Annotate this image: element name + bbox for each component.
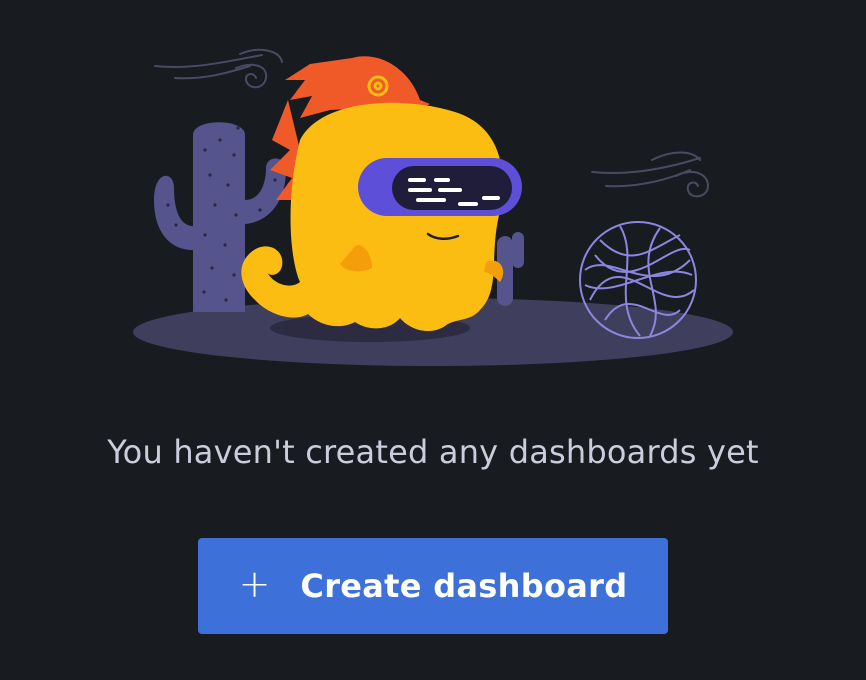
create-dashboard-button[interactable]: + Create dashboard — [198, 538, 668, 634]
empty-dashboards-page: You haven't created any dashboards yet +… — [0, 0, 866, 680]
wind-swirl-left-icon — [154, 48, 283, 89]
empty-state-message: You haven't created any dashboards yet — [107, 433, 759, 471]
plus-icon: + — [238, 562, 271, 606]
grafana-mascot-illustration — [133, 48, 733, 366]
create-dashboard-label: Create dashboard — [300, 567, 628, 605]
grafana-mascot-icon — [241, 56, 522, 332]
wind-swirl-right-icon — [591, 151, 710, 198]
